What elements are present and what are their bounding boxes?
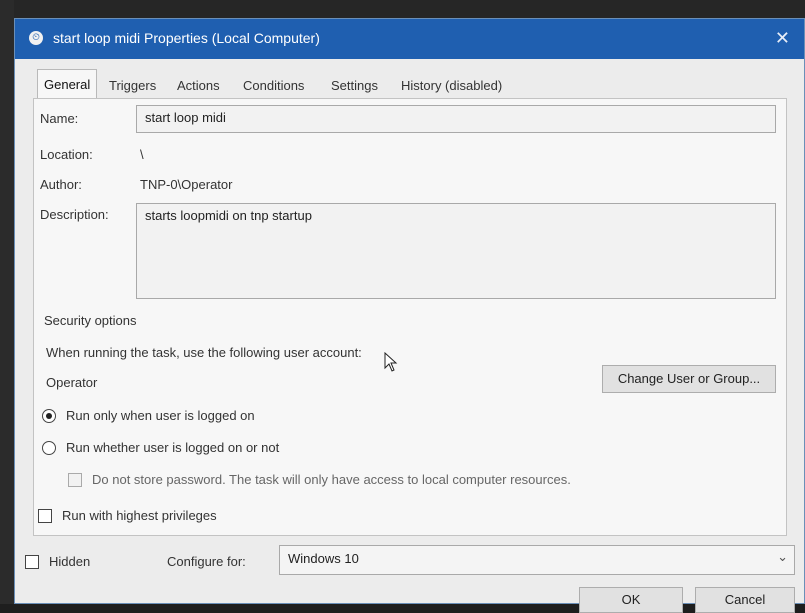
ok-button[interactable]: OK bbox=[579, 587, 683, 613]
name-input[interactable]: start loop midi bbox=[136, 105, 776, 133]
tab-settings[interactable]: Settings bbox=[325, 73, 384, 99]
radio-run-whether-label: Run whether user is logged on or not bbox=[66, 440, 280, 455]
name-label: Name: bbox=[40, 111, 79, 126]
hidden-label: Hidden bbox=[49, 554, 91, 569]
radio-run-logged-on[interactable] bbox=[42, 409, 56, 423]
dialog-title: start loop midi Properties (Local Comput… bbox=[53, 30, 320, 46]
radio-run-logged-on-label: Run only when user is logged on bbox=[66, 408, 255, 423]
mouse-cursor-icon bbox=[384, 352, 398, 372]
close-icon[interactable]: ✕ bbox=[775, 28, 790, 49]
cancel-button[interactable]: Cancel bbox=[695, 587, 795, 613]
location-value: \ bbox=[140, 147, 144, 162]
tab-general[interactable]: General bbox=[37, 69, 98, 100]
change-user-button[interactable]: Change User or Group... bbox=[602, 365, 776, 393]
description-label: Description: bbox=[40, 207, 109, 222]
configure-for-value: Windows 10 bbox=[288, 551, 359, 566]
location-label: Location: bbox=[40, 147, 93, 162]
description-textarea[interactable]: starts loopmidi on tnp startup bbox=[136, 203, 776, 299]
chevron-down-icon: ⌄ bbox=[777, 549, 788, 564]
account-value: Operator bbox=[46, 375, 98, 390]
security-options-heading: Security options bbox=[44, 313, 137, 328]
general-tab-panel: Name: start loop midi Location: \ Author… bbox=[33, 98, 787, 536]
no-store-password-label: Do not store password. The task will onl… bbox=[92, 472, 571, 487]
author-value: TNP-0\Operator bbox=[140, 177, 233, 192]
properties-dialog: ⏲ start loop midi Properties (Local Comp… bbox=[14, 18, 805, 613]
title-bar[interactable]: ⏲ start loop midi Properties (Local Comp… bbox=[15, 19, 804, 59]
tab-conditions[interactable]: Conditions bbox=[237, 73, 310, 99]
tab-actions[interactable]: Actions bbox=[171, 73, 226, 99]
highest-privileges-checkbox[interactable] bbox=[38, 509, 52, 523]
tab-history[interactable]: History (disabled) bbox=[395, 73, 508, 99]
author-label: Author: bbox=[40, 177, 82, 192]
desktop-left-edge bbox=[0, 0, 14, 604]
account-prompt: When running the task, use the following… bbox=[46, 345, 362, 360]
configure-for-label: Configure for: bbox=[167, 554, 246, 569]
tab-triggers[interactable]: Triggers bbox=[103, 73, 162, 99]
configure-for-select[interactable]: Windows 10 ⌄ bbox=[279, 545, 795, 575]
task-scheduler-icon: ⏲ bbox=[29, 31, 43, 45]
highest-privileges-label: Run with highest privileges bbox=[62, 508, 217, 523]
no-store-password-checkbox[interactable] bbox=[68, 473, 82, 487]
hidden-checkbox[interactable] bbox=[25, 555, 39, 569]
radio-run-whether[interactable] bbox=[42, 441, 56, 455]
